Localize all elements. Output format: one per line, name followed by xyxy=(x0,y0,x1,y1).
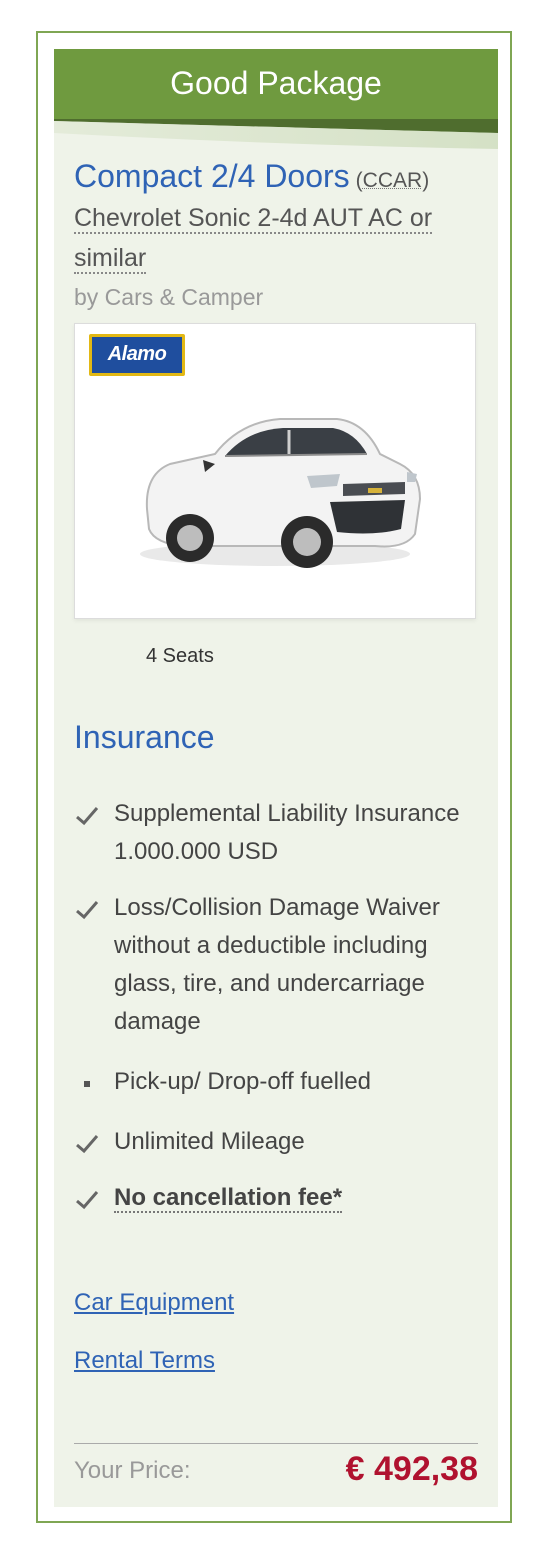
car-image-box: Alamo xyxy=(74,323,476,619)
insurance-heading: Insurance xyxy=(74,719,215,755)
car-image xyxy=(140,418,422,568)
provider-byline: by Cars & Camper xyxy=(74,284,264,310)
check-icon xyxy=(76,1191,99,1210)
category-code[interactable]: (CCAR) xyxy=(356,169,430,192)
bullet-icon xyxy=(84,1081,90,1087)
package-title: Good Package xyxy=(54,49,498,121)
car-model[interactable]: Chevrolet Sonic 2-4d AUT AC or similar xyxy=(74,198,484,278)
price-value: € 492,38 xyxy=(345,1450,478,1488)
price-label: Your Price: xyxy=(74,1457,191,1484)
package-panel: Good Package Compact 2/4 Doors (CCAR) Che… xyxy=(54,49,498,1507)
cancellation-fee-link[interactable]: No cancellation fee* xyxy=(114,1179,484,1217)
check-icon xyxy=(76,807,99,826)
category-name: Compact 2/4 Doors xyxy=(74,158,350,194)
seats-count: 4 Seats xyxy=(146,645,214,667)
car-equipment-link[interactable]: Car Equipment xyxy=(74,1287,234,1319)
price-divider xyxy=(74,1443,478,1444)
package-card: Good Package Compact 2/4 Doors (CCAR) Che… xyxy=(36,31,512,1523)
rental-terms-link[interactable]: Rental Terms xyxy=(74,1345,215,1377)
car-category: Compact 2/4 Doors (CCAR) xyxy=(74,156,484,201)
header-swoosh xyxy=(54,119,498,149)
check-icon xyxy=(76,1135,99,1154)
check-icon xyxy=(76,901,99,920)
